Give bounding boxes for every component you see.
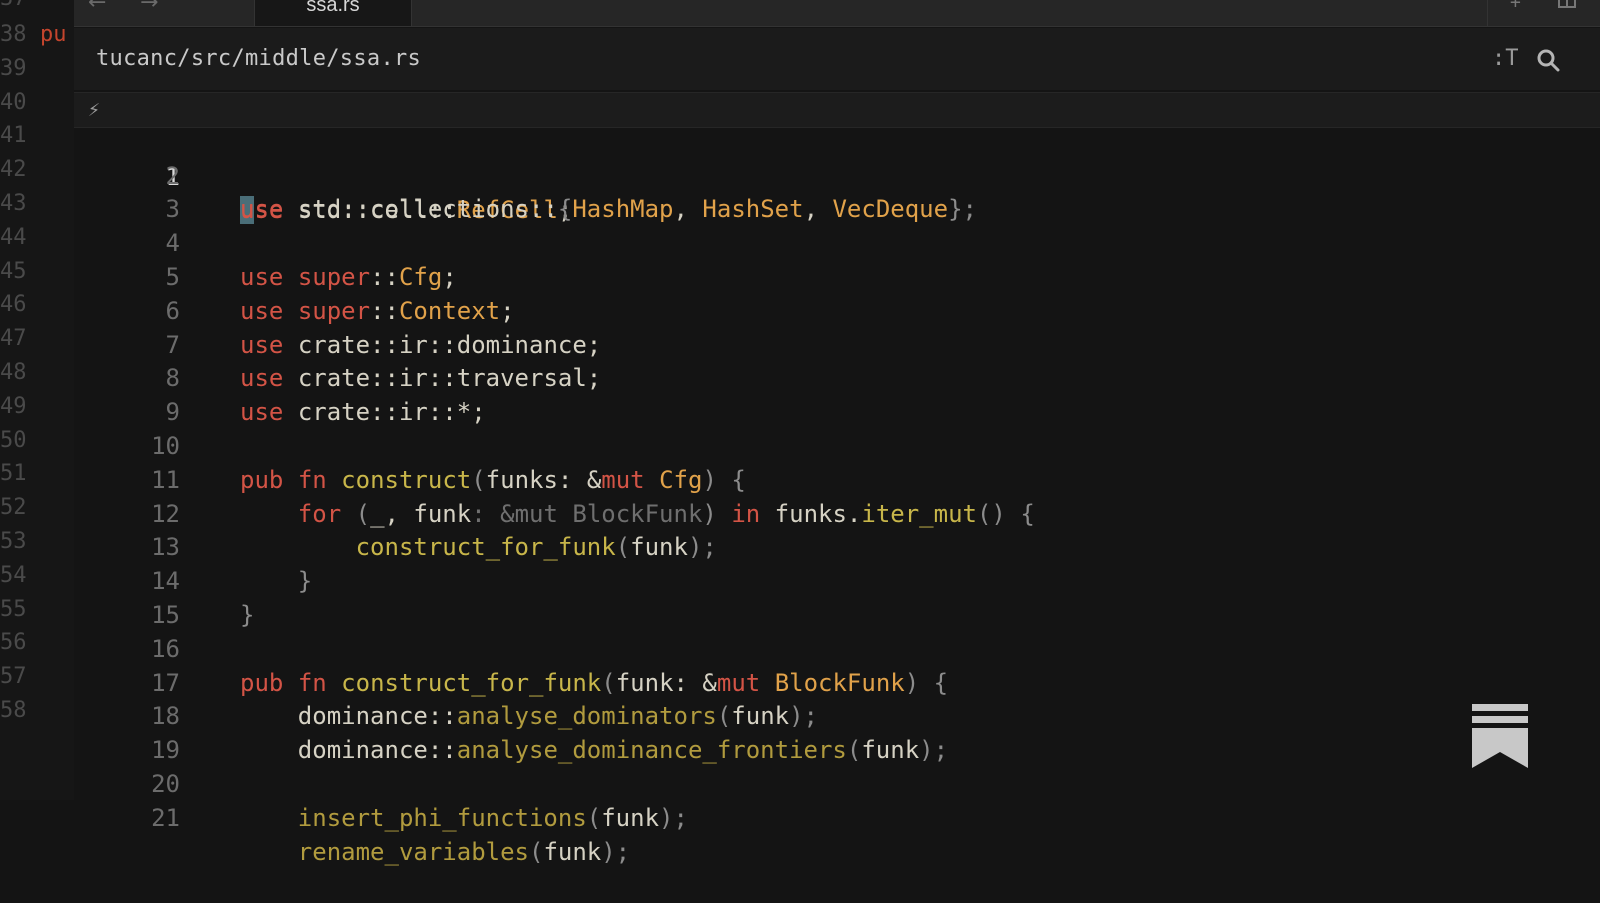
background-line-number: 38	[0, 22, 27, 47]
code-line[interactable]: 6 use crate::ir::dominance;	[74, 261, 1600, 359]
background-line-number: 41	[0, 123, 27, 149]
background-line-number: 56	[0, 630, 27, 656]
code-editor[interactable]: ⚡ 1 use std::cell::RefCell; 2 use std::c…	[74, 92, 1600, 866]
code-line[interactable]: 8 use crate::ir::*;	[74, 329, 1600, 426]
code-line[interactable]: 2 use std::collections::{HashMap, HashSe…	[74, 126, 1600, 224]
background-line-number: 44	[0, 224, 27, 250]
forward-arrow-icon[interactable]: →	[140, 0, 158, 15]
background-line-number: 57	[0, 664, 27, 690]
line-number: 21	[151, 803, 180, 832]
background-editor-pane: 37 38 39 40 41 42 43 44 45 46 47 48 49 5…	[0, 0, 74, 800]
code-line[interactable]: 20 insert_phi_functions(funk);	[74, 734, 1600, 832]
background-line-number: 54	[0, 562, 27, 588]
background-line-number: 42	[0, 157, 27, 183]
code-line[interactable]: 17 dominance::analyse_dominators(funk);	[74, 633, 1600, 731]
bolt-icon[interactable]: ⚡	[88, 93, 108, 127]
code-line[interactable]: 18 dominance::analyse_dominance_frontier…	[74, 667, 1600, 764]
background-line-number: 55	[0, 596, 27, 622]
background-line-number: 50	[0, 427, 27, 453]
punct: );	[659, 803, 688, 832]
code-line[interactable]: 4 use super::Cfg;	[74, 193, 1600, 291]
background-line-number: 52	[0, 495, 27, 521]
code-text: insert_phi_functions(funk);	[240, 802, 688, 836]
code-line[interactable]: 3	[74, 160, 1600, 223]
background-line-number: 51	[0, 461, 27, 487]
type-toggle-button[interactable]: :T	[1492, 46, 1519, 71]
function-name: insert_phi_functions	[297, 803, 587, 832]
code-line[interactable]: 10 pub fn construct(funks: &mut Cfg) {	[74, 396, 1600, 494]
code-line[interactable]: 13 }	[74, 498, 1600, 595]
code-line[interactable]: 12 construct_for_funk(funk);	[74, 464, 1600, 562]
back-arrow-icon[interactable]: ←	[88, 0, 106, 15]
background-line-numbers: 38 39 40 41 42 43 44 45 46 47 48 49 50 5…	[0, 18, 27, 728]
tab-tools: +	[1487, 0, 1600, 26]
background-line-number: 37	[0, 0, 27, 11]
arg: funk	[601, 803, 660, 832]
background-line-number: 43	[0, 190, 27, 216]
path-bar: tucanc/src/middle/ssa.rs :T	[74, 28, 1600, 90]
function-name: rename_variables	[297, 837, 529, 866]
background-code: pu	[40, 22, 67, 47]
background-line-number: 53	[0, 528, 27, 554]
code-line[interactable]: 21 rename_variables(funk);	[74, 768, 1600, 866]
background-line-number: 45	[0, 258, 27, 284]
code-line[interactable]: 14 }	[74, 531, 1600, 629]
code-text: rename_variables(funk);	[240, 836, 630, 870]
background-line-number: 49	[0, 393, 27, 419]
background-line-number: 48	[0, 359, 27, 385]
search-icon[interactable]	[1536, 48, 1560, 72]
background-line-number: 39	[0, 55, 27, 81]
code-line[interactable]: 7 use crate::ir::traversal;	[74, 295, 1600, 393]
tab-label: ssa.rs	[306, 0, 360, 16]
bookmark-icon	[1472, 704, 1528, 768]
code-line[interactable]: 15	[74, 565, 1600, 629]
punct: (	[586, 803, 602, 832]
punct: (	[528, 837, 544, 866]
code-line[interactable]: 5 use super::Context;	[74, 227, 1600, 325]
background-line-number: 40	[0, 89, 27, 115]
background-line-number: 47	[0, 326, 27, 352]
tab-ssa-rs[interactable]: ssa.rs	[254, 0, 412, 26]
code-line[interactable]: 16 pub fn construct_for_funk(funk: &mut …	[74, 599, 1600, 697]
arg: funk	[543, 837, 602, 866]
file-path[interactable]: tucanc/src/middle/ssa.rs	[96, 46, 421, 71]
code-line[interactable]: 11 for (_, funk: &mut BlockFunk) in funk…	[74, 430, 1600, 528]
code-line[interactable]: ⚡ 1 use std::cell::RefCell;	[74, 92, 1600, 225]
background-line-number: 46	[0, 292, 27, 318]
code-line[interactable]: 19	[74, 700, 1600, 764]
code-line[interactable]: 9	[74, 362, 1600, 426]
background-line-number: 58	[0, 697, 27, 723]
punct: );	[601, 837, 631, 866]
split-icon[interactable]	[1558, 0, 1576, 13]
plus-icon[interactable]: +	[1510, 0, 1521, 13]
tab-bar: ← → ssa.rs +	[74, 0, 1600, 27]
